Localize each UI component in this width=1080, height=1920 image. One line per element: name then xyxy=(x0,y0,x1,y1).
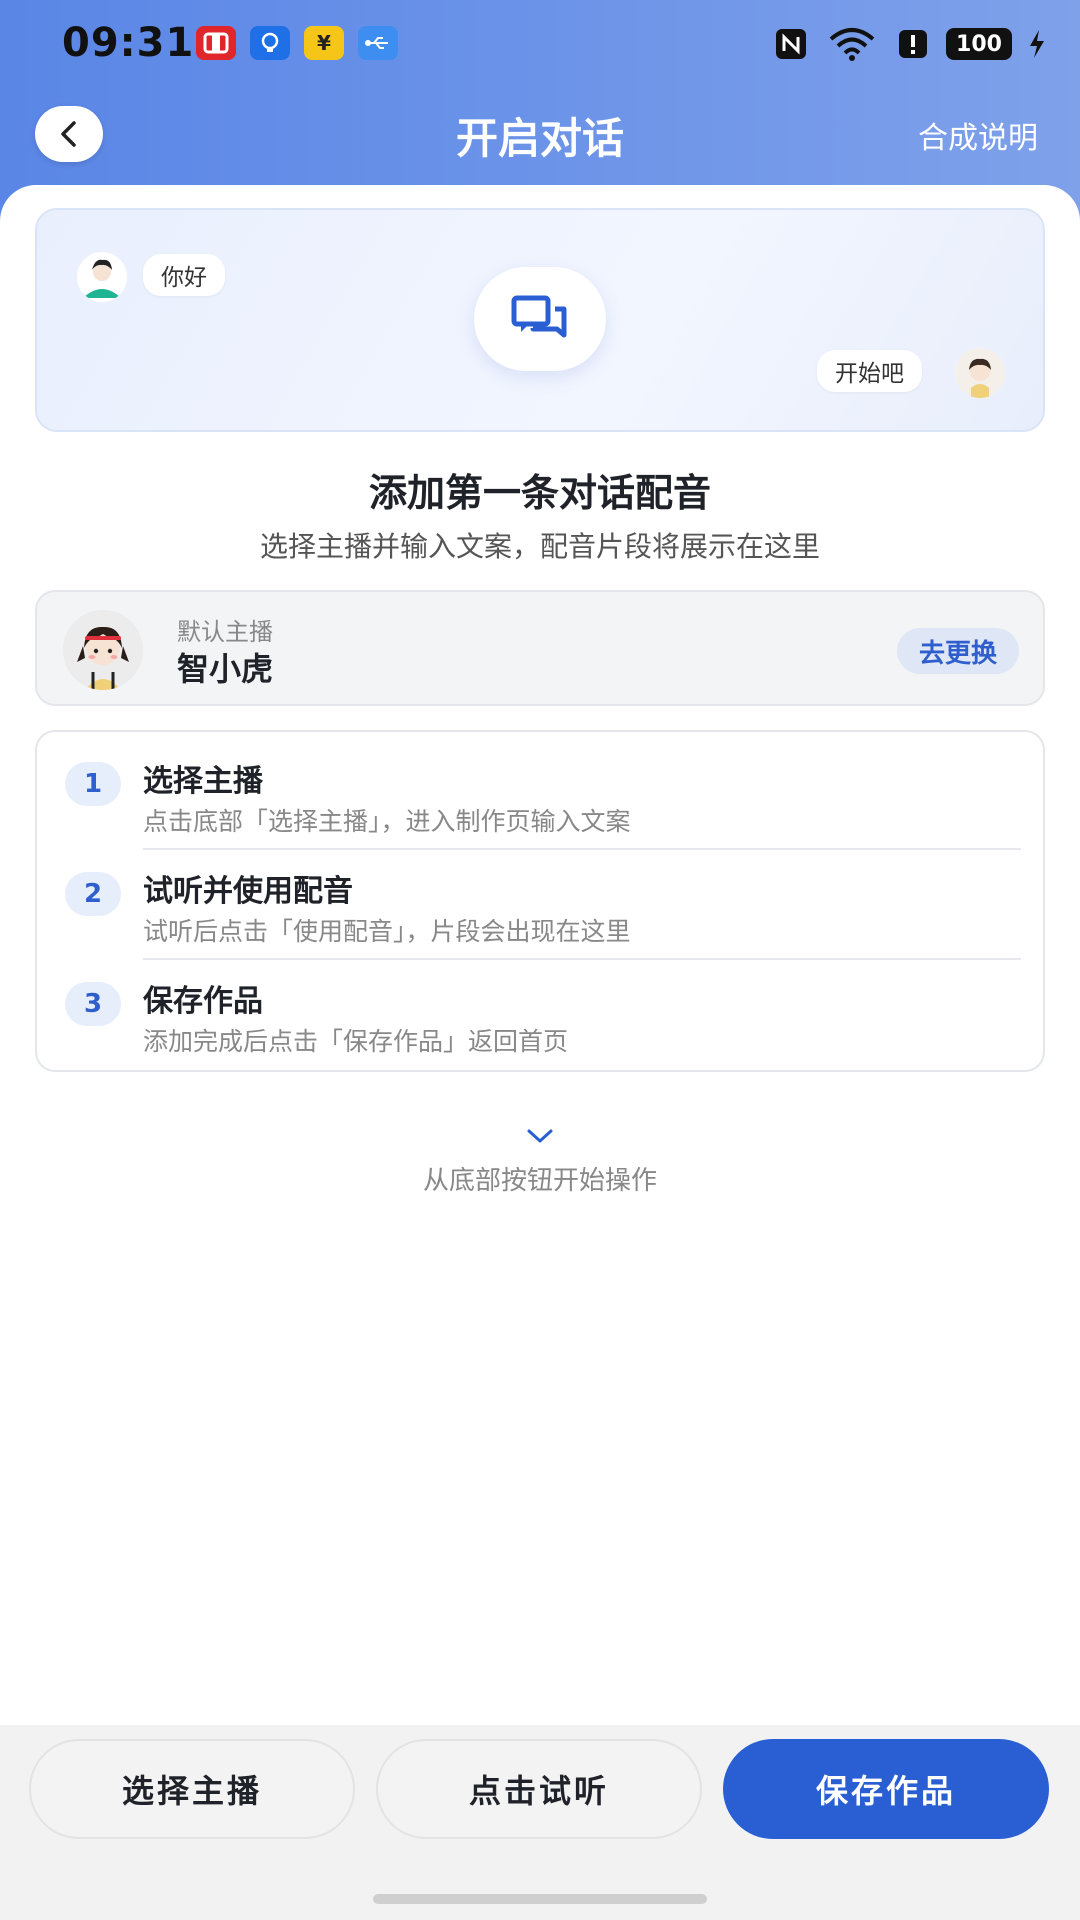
synthesis-guide-link[interactable]: 合成说明 xyxy=(918,113,1038,157)
usb-icon xyxy=(358,26,398,60)
battery-icon: 100 xyxy=(946,28,1012,60)
chat-icon-badge xyxy=(474,267,606,371)
step-description: 试听后点击「使用配音」，片段会出现在这里 xyxy=(143,917,631,946)
step-title: 保存作品 xyxy=(143,984,263,1019)
blue-bulb-icon xyxy=(250,26,290,60)
charging-icon xyxy=(1026,27,1048,61)
save-work-button[interactable]: 保存作品 xyxy=(723,1739,1049,1839)
nfc-icon xyxy=(772,27,810,61)
step-item: 2 试听并使用配音 试听后点击「使用配音」，片段会出现在这里 xyxy=(37,850,1047,960)
select-anchor-button[interactable]: 选择主播 xyxy=(29,1739,355,1839)
step-item: 1 选择主播 点击底部「选择主播」，进入制作页输入文案 xyxy=(37,740,1047,850)
avatar-female-icon xyxy=(77,252,127,302)
red-square-icon xyxy=(196,26,236,60)
step-description: 点击底部「选择主播」，进入制作页输入文案 xyxy=(143,807,631,836)
chevron-down-icon xyxy=(527,1129,553,1143)
alert-icon xyxy=(894,27,932,61)
nav-bar: 开启对话 合成说明 xyxy=(0,95,1080,175)
step-title: 选择主播 xyxy=(143,764,263,799)
step-item: 3 保存作品 添加完成后点击「保存作品」返回首页 xyxy=(37,960,1047,1070)
change-anchor-button[interactable]: 去更换 xyxy=(896,628,1019,674)
bottom-hint: 从底部按钮开始操作 xyxy=(422,1166,657,1196)
step-number: 3 xyxy=(65,982,121,1026)
bottom-action-bar: 选择主播 点击试听 保存作品 xyxy=(0,1725,1080,1920)
anchor-label: 默认主播 xyxy=(177,618,273,646)
greeting-bubble: 你好 xyxy=(143,254,225,296)
preview-button[interactable]: 点击试听 xyxy=(376,1739,702,1839)
status-right-icons: 100 xyxy=(772,24,1048,64)
wifi-icon xyxy=(824,27,880,61)
status-bar: 09:31 ¥ 100 xyxy=(0,0,1080,90)
home-indicator[interactable] xyxy=(373,1894,707,1904)
anchor-avatar xyxy=(63,610,143,690)
step-number: 1 xyxy=(65,762,121,806)
empty-state-title: 添加第一条对话配音 xyxy=(368,471,711,515)
step-number: 2 xyxy=(65,872,121,916)
avatar-child-icon xyxy=(955,348,1005,398)
reply-bubble: 开始吧 xyxy=(817,350,922,392)
empty-state-subtitle: 选择主播并输入文案，配音片段将展示在这里 xyxy=(259,530,820,563)
yen-icon: ¥ xyxy=(304,26,344,60)
step-description: 添加完成后点击「保存作品」返回首页 xyxy=(143,1027,569,1056)
chat-bubbles-icon xyxy=(511,295,567,338)
default-anchor-card: 默认主播 智小虎 去更换 xyxy=(35,590,1045,706)
steps-card: 1 选择主播 点击底部「选择主播」，进入制作页输入文案 2 试听并使用配音 试听… xyxy=(35,730,1045,1072)
step-title: 试听并使用配音 xyxy=(143,874,353,909)
status-time: 09:31 xyxy=(62,20,195,66)
anchor-name: 智小虎 xyxy=(177,650,274,688)
